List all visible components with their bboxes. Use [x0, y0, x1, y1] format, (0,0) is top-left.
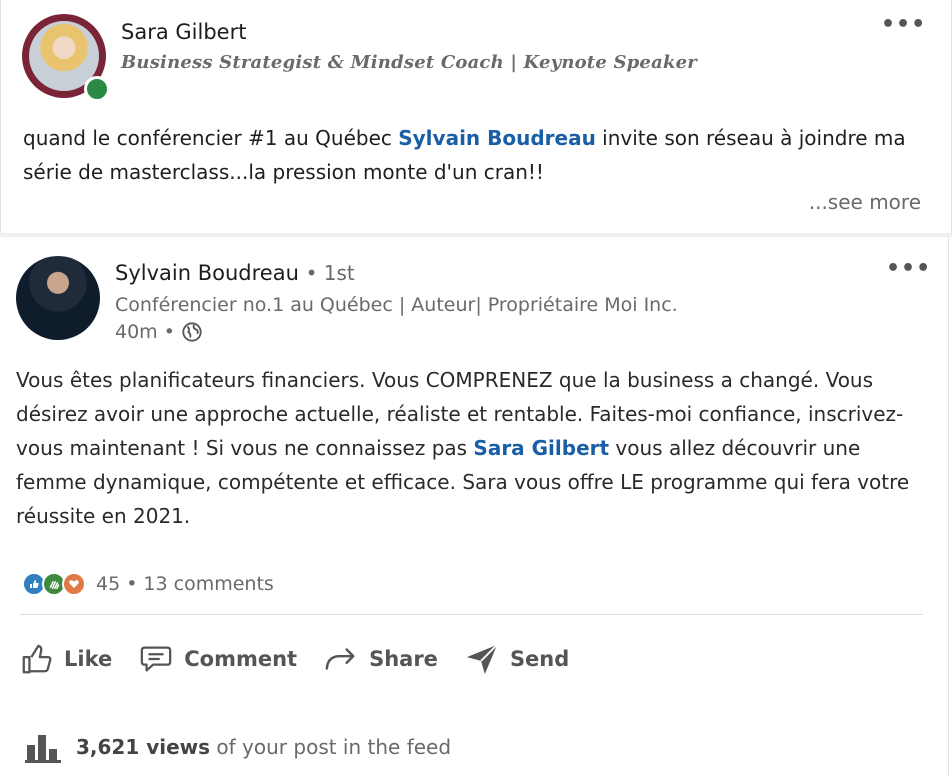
bar-chart-icon [25, 735, 61, 763]
comment-icon [140, 646, 172, 672]
online-status-icon [84, 76, 110, 102]
author-name[interactable]: Sylvain Boudreau [115, 261, 299, 285]
author-headline: Business Strategist & Mindset Coach | Ke… [121, 52, 697, 73]
avatar[interactable] [16, 256, 100, 340]
send-label: Send [509, 647, 570, 671]
post-text: quand le conférencier #1 au Québec Sylva… [23, 121, 923, 189]
mention-link[interactable]: Sara Gilbert [473, 436, 609, 460]
views-suffix: of your post in the feed [210, 735, 452, 759]
see-more-link[interactable]: ...see more [809, 190, 921, 214]
author-name-row: Sylvain Boudreau • 1st [115, 261, 355, 285]
views-text: 3,621 views of your post in the feed [76, 735, 451, 759]
share-label: Share [369, 647, 438, 671]
send-button[interactable]: Send [464, 642, 569, 676]
views-count: 3,621 views [76, 735, 211, 759]
author-name[interactable]: Sara Gilbert [121, 20, 246, 44]
reaction-count[interactable]: 45 [96, 573, 120, 595]
social-counts[interactable]: 45 • 13 comments [22, 572, 274, 596]
send-icon [466, 644, 498, 675]
more-options-icon[interactable]: ••• [886, 256, 931, 281]
comment-count[interactable]: 13 comments [143, 573, 273, 595]
love-icon [62, 572, 86, 596]
post-meta: 40m • [115, 321, 203, 343]
divider [20, 614, 923, 615]
post-text-before: quand le conférencier #1 au Québec [23, 126, 399, 150]
original-post-card: Sara Gilbert Business Strategist & Minds… [0, 0, 952, 233]
shared-post-card: Sylvain Boudreau • 1st Conférencier no.1… [0, 237, 949, 776]
comment-label: Comment [184, 647, 298, 671]
post-analytics[interactable]: 3,621 views of your post in the feed [24, 731, 451, 763]
post-text: Vous êtes planificateurs financiers. Vou… [16, 363, 936, 533]
globe-icon [182, 322, 202, 342]
comment-button[interactable]: Comment [138, 642, 297, 676]
connection-degree: • 1st [305, 261, 355, 285]
share-arrow-icon [325, 648, 355, 670]
mention-link[interactable]: Sylvain Boudreau [398, 126, 596, 150]
author-headline: Conférencier no.1 au Québec | Auteur| Pr… [115, 294, 678, 316]
count-separator: • [126, 573, 138, 595]
share-button[interactable]: Share [323, 642, 438, 676]
like-label: Like [64, 647, 113, 671]
thumbs-up-icon [22, 644, 52, 674]
more-options-icon[interactable]: ••• [881, 12, 926, 37]
post-time: 40m • [115, 321, 175, 343]
like-button[interactable]: Like [20, 642, 112, 676]
action-bar: Like Comment Share Send [20, 642, 595, 676]
